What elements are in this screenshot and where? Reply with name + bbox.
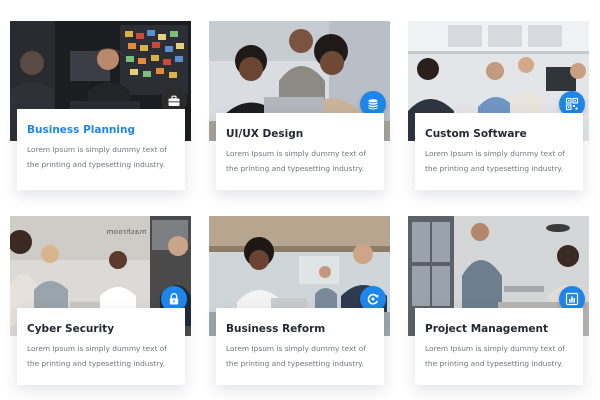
service-card-body: Business Reform Lorem Ipsum is simply du… [216, 308, 384, 385]
service-description: Lorem Ipsum is simply dummy text of the … [226, 344, 366, 368]
service-card-cyber-security[interactable]: Cyber Security Lorem Ipsum is simply dum… [10, 216, 191, 386]
service-card-body: Custom Software Lorem Ipsum is simply du… [415, 113, 583, 190]
service-title[interactable]: UI/UX Design [226, 127, 374, 141]
service-description: Lorem Ipsum is simply dummy text of the … [27, 145, 167, 169]
service-card-body: Project Management Lorem Ipsum is simply… [415, 308, 583, 385]
service-card-business-reform[interactable]: Business Reform Lorem Ipsum is simply du… [209, 216, 390, 386]
service-card-project-management[interactable]: Project Management Lorem Ipsum is simply… [408, 216, 589, 386]
services-grid: Business Planning Lorem Ipsum is simply … [0, 0, 600, 400]
service-title[interactable]: Custom Software [425, 127, 573, 141]
service-description: Lorem Ipsum is simply dummy text of the … [27, 344, 167, 368]
service-card-business-planning[interactable]: Business Planning Lorem Ipsum is simply … [10, 21, 191, 191]
service-title[interactable]: Business Planning [27, 123, 175, 137]
service-card-body: UI/UX Design Lorem Ipsum is simply dummy… [216, 113, 384, 190]
service-description: Lorem Ipsum is simply dummy text of the … [425, 344, 565, 368]
service-card-custom-software[interactable]: Custom Software Lorem Ipsum is simply du… [408, 21, 589, 191]
service-description: Lorem Ipsum is simply dummy text of the … [226, 149, 366, 173]
service-card-body: Cyber Security Lorem Ipsum is simply dum… [17, 308, 185, 385]
wall-sign: mashroom [106, 228, 147, 236]
service-card-body: Business Planning Lorem Ipsum is simply … [17, 109, 185, 190]
service-title[interactable]: Business Reform [226, 322, 374, 336]
service-description: Lorem Ipsum is simply dummy text of the … [425, 149, 565, 173]
service-title[interactable]: Cyber Security [27, 322, 175, 336]
service-title[interactable]: Project Management [425, 322, 573, 336]
service-card-ui-ux-design[interactable]: UI/UX Design Lorem Ipsum is simply dummy… [209, 21, 390, 191]
